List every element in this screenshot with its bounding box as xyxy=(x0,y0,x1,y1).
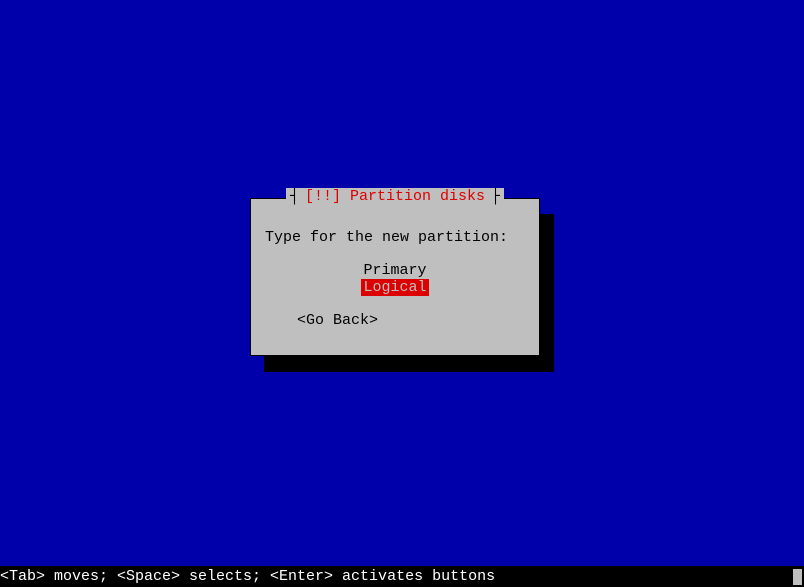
help-bar: <Tab> moves; <Space> selects; <Enter> ac… xyxy=(0,566,804,587)
dialog-content: Type for the new partition: Primary Logi… xyxy=(251,199,539,343)
option-logical[interactable]: Logical xyxy=(361,279,428,296)
option-primary[interactable]: Primary xyxy=(363,262,426,279)
dialog-title: [!!] Partition disks xyxy=(303,188,487,205)
partition-dialog: ┤[!!] Partition disks├ Type for the new … xyxy=(250,198,540,356)
go-back-button[interactable]: <Go Back> xyxy=(297,312,525,329)
partition-type-prompt: Type for the new partition: xyxy=(265,229,525,246)
title-bracket-right: ├ xyxy=(487,188,504,205)
options-list: Primary Logical xyxy=(265,262,525,296)
title-bracket-left: ┤ xyxy=(286,188,303,205)
cursor-indicator xyxy=(793,569,802,585)
